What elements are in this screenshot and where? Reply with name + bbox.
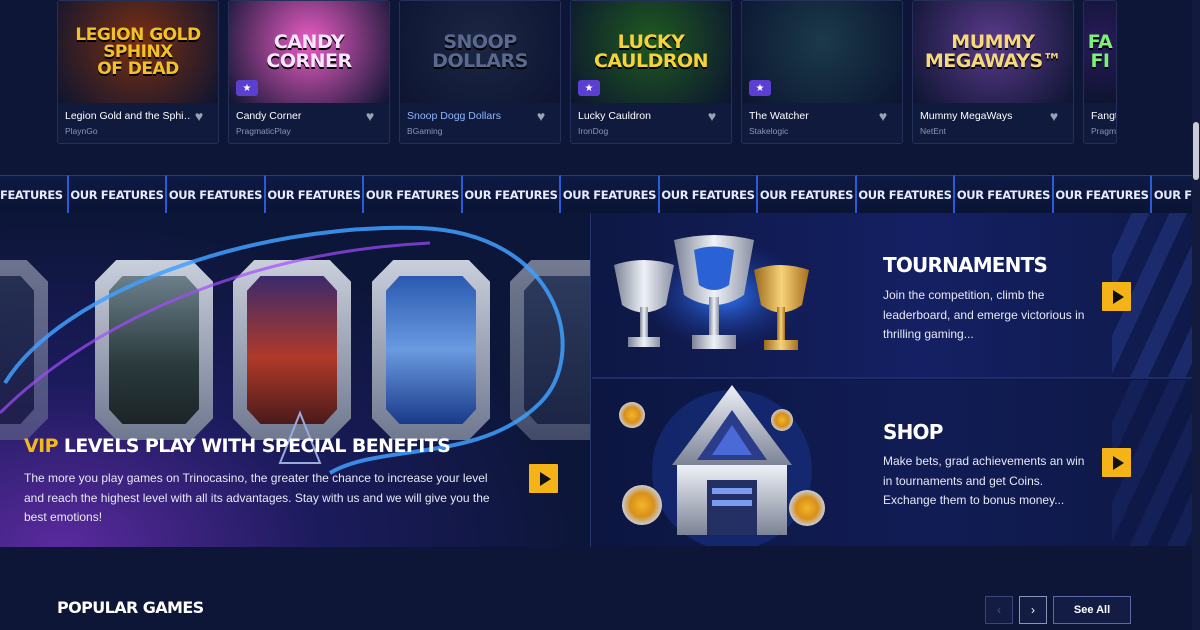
marquee-item: OUR FEATURES bbox=[561, 175, 660, 213]
favorite-heart-icon[interactable]: ♥ bbox=[1047, 109, 1061, 123]
vip-title-rest: LEVELS PLAY WITH SPECIAL BENEFITS bbox=[63, 435, 451, 457]
tournaments-panel: TOURNAMENTS Join the competition, climb … bbox=[592, 213, 1192, 379]
marquee-item: OUR FEATURES bbox=[167, 175, 266, 213]
game-provider: Stakelogic bbox=[749, 126, 789, 136]
game-thumbnail[interactable]: Mummy Megaways™ bbox=[913, 1, 1073, 103]
features-marquee: FEATURES OUR FEATURES OUR FEATURES OUR FEA… bbox=[0, 175, 1192, 213]
game-art-text: Legion Gold Sphinx of Dead bbox=[75, 24, 201, 79]
game-provider: PlaynGo bbox=[65, 126, 98, 136]
trophy-badge-icon: ★ bbox=[578, 80, 600, 96]
trophy-badge-icon: ★ bbox=[749, 80, 771, 96]
page-scrollbar[interactable] bbox=[1192, 0, 1200, 630]
game-provider: PragmaticPlay bbox=[236, 126, 291, 136]
shop-play-button[interactable] bbox=[1102, 448, 1131, 477]
game-provider: BGaming bbox=[407, 126, 443, 136]
game-art-text: Snoop Dollars bbox=[432, 31, 528, 72]
vip-title-accent: VIP bbox=[24, 435, 59, 457]
tournaments-title: TOURNAMENTS bbox=[883, 253, 1048, 277]
favorite-heart-icon[interactable]: ♥ bbox=[705, 109, 719, 123]
game-info: The Watcher Stakelogic ♥ bbox=[742, 103, 902, 136]
game-provider: Pragm bbox=[1091, 126, 1117, 136]
game-title[interactable]: Mummy MegaWays bbox=[920, 110, 1045, 122]
see-all-button[interactable]: See All bbox=[1053, 596, 1131, 624]
game-title[interactable]: Snoop Dogg Dollars bbox=[407, 110, 532, 122]
games-row: Legion Gold Sphinx of Dead Legion Gold a… bbox=[57, 0, 1117, 146]
game-thumbnail[interactable]: ★ bbox=[742, 1, 902, 103]
favorite-heart-icon[interactable]: ♥ bbox=[876, 109, 890, 123]
game-card[interactable]: Fa Fi Fangt Pragm bbox=[1083, 0, 1117, 144]
vip-panel: VIP LEVELS PLAY WITH SPECIAL BENEFITS Th… bbox=[0, 213, 591, 547]
marquee-item: FEATURES bbox=[0, 175, 69, 213]
game-title[interactable]: Fangt bbox=[1091, 110, 1116, 122]
features-section: VIP LEVELS PLAY WITH SPECIAL BENEFITS Th… bbox=[0, 213, 1192, 547]
game-card[interactable]: Lucky Cauldron ★ Lucky Cauldron IronDog … bbox=[570, 0, 732, 144]
shop-panel: SHOP Make bets, grad achievements an win… bbox=[592, 380, 1192, 546]
game-thumbnail[interactable]: Lucky Cauldron ★ bbox=[571, 1, 731, 103]
marquee-item: OUR FEATURES bbox=[462, 175, 562, 213]
favorite-heart-icon[interactable]: ♥ bbox=[192, 109, 206, 123]
game-title[interactable]: Legion Gold and the Sphi… bbox=[65, 110, 190, 122]
marquee-item: OUR FEATURES bbox=[1152, 175, 1192, 213]
game-info: Mummy MegaWays NetEnt ♥ bbox=[913, 103, 1073, 136]
game-info: Snoop Dogg Dollars BGaming ♥ bbox=[400, 103, 560, 136]
game-info: Fangt Pragm bbox=[1084, 103, 1116, 136]
game-thumbnail[interactable]: Snoop Dollars bbox=[400, 1, 560, 103]
carousel-next-button[interactable]: › bbox=[1019, 596, 1047, 624]
game-thumbnail[interactable]: Legion Gold Sphinx of Dead bbox=[58, 1, 218, 103]
game-card[interactable]: ★ The Watcher Stakelogic ♥ bbox=[741, 0, 903, 144]
marquee-item: OUR FEATURES bbox=[364, 175, 463, 213]
game-info: Lucky Cauldron IronDog ♥ bbox=[571, 103, 731, 136]
game-thumbnail[interactable]: Candy Corner ★ bbox=[229, 1, 389, 103]
game-title[interactable]: Candy Corner bbox=[236, 110, 361, 122]
scrollbar-thumb[interactable] bbox=[1193, 122, 1199, 180]
popular-games-title: POPULAR GAMES bbox=[57, 598, 204, 617]
game-card[interactable]: Candy Corner ★ Candy Corner PragmaticPla… bbox=[228, 0, 390, 144]
game-title[interactable]: Lucky Cauldron bbox=[578, 110, 703, 122]
game-info: Candy Corner PragmaticPlay ♥ bbox=[229, 103, 389, 136]
favorite-heart-icon[interactable]: ♥ bbox=[534, 109, 548, 123]
game-art-text: Lucky Cauldron bbox=[593, 31, 709, 72]
marquee-item: OUR FEATURES bbox=[856, 175, 956, 213]
chevron-left-icon: ‹ bbox=[997, 603, 1001, 617]
vip-title: VIP LEVELS PLAY WITH SPECIAL BENEFITS bbox=[24, 435, 451, 457]
vip-description: The more you play games on Trinocasino, … bbox=[24, 471, 490, 524]
shop-building-icon bbox=[619, 385, 825, 546]
chevron-right-icon: › bbox=[1031, 603, 1035, 617]
game-card[interactable]: Snoop Dollars Snoop Dogg Dollars BGaming… bbox=[399, 0, 561, 144]
favorite-heart-icon[interactable]: ♥ bbox=[363, 109, 377, 123]
marquee-item: OUR FEATURES bbox=[955, 175, 1054, 213]
game-art-text: Fa Fi bbox=[1087, 31, 1113, 72]
game-provider: IronDog bbox=[578, 126, 609, 136]
game-thumbnail[interactable]: Fa Fi bbox=[1084, 1, 1116, 103]
play-icon bbox=[1112, 455, 1124, 470]
shop-title: SHOP bbox=[883, 420, 943, 444]
game-info: Legion Gold and the Sphi… PlaynGo ♥ bbox=[58, 103, 218, 136]
trophies-icon bbox=[614, 235, 809, 350]
game-title[interactable]: The Watcher bbox=[749, 110, 874, 122]
game-card[interactable]: Mummy Megaways™ Mummy MegaWays NetEnt ♥ bbox=[912, 0, 1074, 144]
marquee-item: OUR FEATURES bbox=[659, 175, 759, 213]
play-icon bbox=[1112, 289, 1124, 304]
tournaments-description: Join the competition, climb the leaderbo… bbox=[883, 288, 1085, 341]
game-art-text: Mummy Megaways™ bbox=[924, 31, 1062, 72]
marquee-item: OUR FEATURES bbox=[1053, 175, 1153, 213]
game-art-text: Candy Corner bbox=[266, 31, 352, 72]
marquee-item: OUR FEATURES bbox=[758, 175, 857, 213]
carousel-prev-button[interactable]: ‹ bbox=[985, 596, 1013, 624]
marquee-item: OUR FEATURES bbox=[265, 175, 365, 213]
vip-play-button[interactable] bbox=[529, 464, 558, 493]
game-provider: NetEnt bbox=[920, 126, 946, 136]
trophy-badge-icon: ★ bbox=[236, 80, 258, 96]
game-card[interactable]: Legion Gold Sphinx of Dead Legion Gold a… bbox=[57, 0, 219, 144]
play-icon bbox=[539, 471, 551, 486]
marquee-item: OUR FEATURES bbox=[68, 175, 168, 213]
shop-description: Make bets, grad achievements an win in t… bbox=[883, 454, 1085, 507]
tournaments-play-button[interactable] bbox=[1102, 282, 1131, 311]
